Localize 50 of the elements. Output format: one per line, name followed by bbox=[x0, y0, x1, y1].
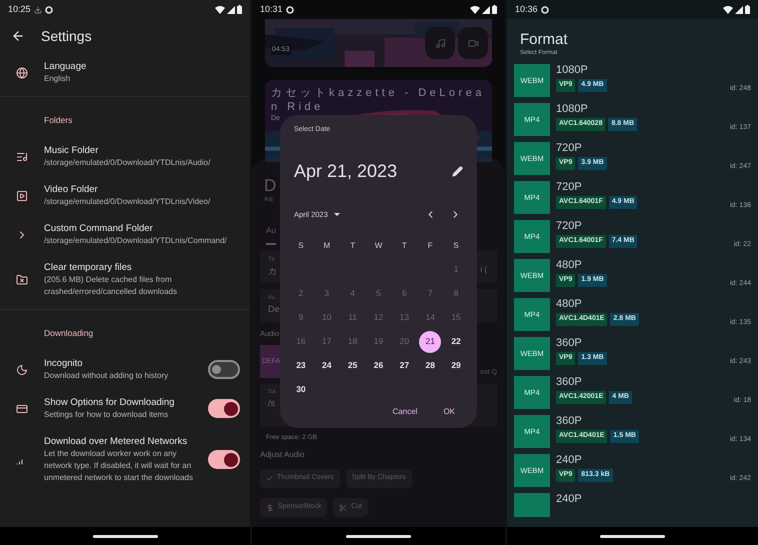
weekday-label: T bbox=[350, 240, 356, 252]
item-subtitle: /storage/emulated/0/Download/YTDLnis/Audio/ bbox=[44, 157, 212, 169]
item-subtitle: Download without adding to history bbox=[44, 370, 170, 382]
field-value: カ bbox=[268, 264, 277, 278]
weekday-label: W bbox=[374, 240, 382, 252]
quality-label: 1080P bbox=[556, 103, 589, 116]
quality-label: 360P bbox=[556, 376, 583, 389]
quality-label: 480P bbox=[556, 298, 583, 311]
quality-label: 360P bbox=[556, 337, 583, 350]
status-time: 10:36 bbox=[515, 2, 538, 16]
item-subtitle: (205.6 MB) Delete cached files from crashed/errored/cancelled downloads bbox=[44, 274, 178, 298]
item-title: Incognito bbox=[44, 357, 84, 370]
item-title: Music Folder bbox=[44, 144, 100, 157]
item-subtitle: English bbox=[44, 73, 72, 85]
item-subtitle: /storage/emulated/0/Download/YTDLnis/Video/ bbox=[44, 196, 212, 208]
item-subtitle: Let the download worker work on any network type. If disabled, it will wait for an unmetered network to start the downloads bbox=[44, 448, 194, 484]
weekday-label: F bbox=[428, 240, 433, 252]
quality-label: 720P bbox=[556, 142, 583, 155]
quality-label: 240P bbox=[556, 493, 583, 506]
weekday-label: M bbox=[323, 240, 330, 252]
quality-label: 240P bbox=[556, 454, 583, 467]
quality-label: 720P bbox=[556, 220, 583, 233]
quality-label: 720P bbox=[556, 181, 583, 194]
weekday-label: S bbox=[453, 240, 459, 252]
section-heading: Adjust Audio bbox=[260, 449, 304, 461]
video-title: カセットkazzette - DeLorean Ride bbox=[271, 86, 486, 114]
item-subtitle: Settings for how to download items bbox=[44, 409, 170, 421]
item-title: Clear temporary files bbox=[44, 261, 133, 274]
section-header: Downloading bbox=[44, 328, 94, 338]
quality-label: 1080P bbox=[556, 64, 589, 77]
quality-label: 480P bbox=[556, 259, 583, 272]
item-title: Video Folder bbox=[44, 183, 99, 196]
item-subtitle: /storage/emulated/0/Download/YTDLnis/Command/ bbox=[44, 235, 228, 247]
quality-label: 360P bbox=[556, 415, 583, 428]
section-header: Folders bbox=[44, 115, 72, 125]
field-value: i ( bbox=[480, 264, 487, 276]
item-title: Language bbox=[44, 60, 88, 73]
page-title: Format bbox=[520, 31, 569, 49]
sheet-title: D bbox=[264, 176, 276, 196]
item-title: Download over Metered Networks bbox=[44, 435, 188, 448]
field-value: De bbox=[268, 303, 280, 316]
item-title: Show Options for Downloading bbox=[44, 396, 176, 409]
field-value: /s bbox=[268, 397, 276, 410]
status-time: 10:25 bbox=[8, 2, 31, 16]
page-title: Settings bbox=[41, 26, 92, 46]
weekday-label: S bbox=[298, 240, 304, 252]
item-title: Custom Command Folder bbox=[44, 222, 154, 235]
selected-date: Apr 21, 2023 bbox=[294, 160, 398, 183]
status-time: 10:31 bbox=[260, 2, 283, 16]
weekday-label: T bbox=[402, 240, 407, 252]
